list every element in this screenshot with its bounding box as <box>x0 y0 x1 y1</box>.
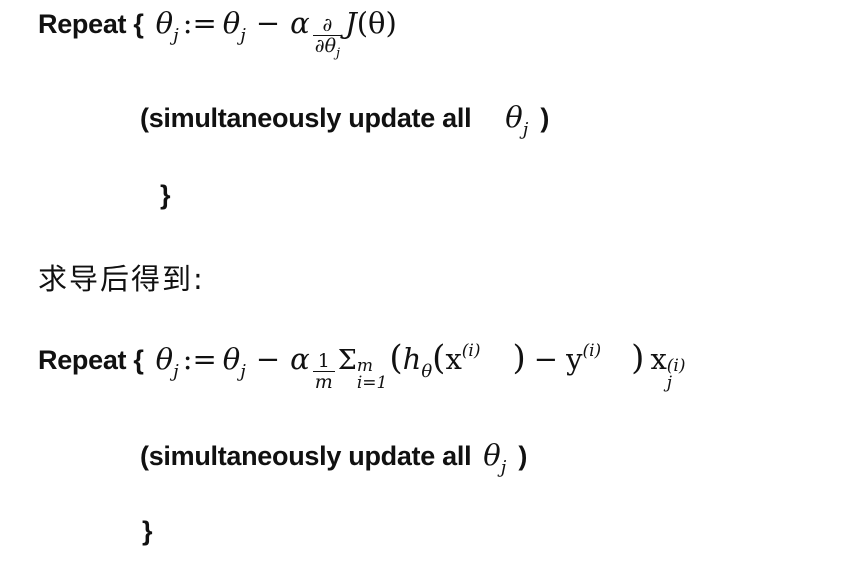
update-note-text-2: (simultaneously update all <box>140 441 472 471</box>
minus-operator: − <box>533 342 559 376</box>
subscript-theta: θ <box>421 361 433 382</box>
theta-symbol: θ <box>155 342 174 376</box>
assign-operator: := <box>182 6 217 40</box>
summation-limits: m i=1 <box>357 358 388 392</box>
alpha-symbol: α <box>290 6 310 40</box>
assign-operator: := <box>182 342 217 376</box>
minus-operator: − <box>255 6 281 40</box>
theta-symbol: θ <box>155 6 174 40</box>
formula-line-1: Repeat { θ j := θ j − α ∂ ∂θj J (θ) <box>38 6 397 66</box>
right-paren: ) <box>512 338 526 378</box>
partial-denominator: ∂θj <box>312 35 343 61</box>
update-note-line-2: (simultaneously update all θ j ) <box>140 438 528 478</box>
update-note-line-1: (simultaneously update all θ j ) <box>140 100 550 140</box>
closing-brace-line-1: } <box>160 180 171 211</box>
target-y: y <box>566 342 583 376</box>
partial-symbol: ∂ <box>314 35 325 57</box>
update-note-close-2: ) <box>518 441 528 471</box>
update-note-close-1: ) <box>540 103 550 133</box>
summation-symbol: Σ <box>337 345 357 376</box>
subscript-j: j <box>500 457 507 478</box>
summation-lower: i=1 <box>356 373 388 393</box>
formula-line-2: Repeat { θ j := θ j − α 1 m Σ m i=1 ( h … <box>38 338 686 400</box>
minus-operator: − <box>255 342 281 376</box>
repeat-label-1: Repeat { <box>38 9 144 39</box>
update-note-text-1: (simultaneously update all <box>140 103 472 133</box>
one-over-m-fraction: 1 m <box>312 350 335 393</box>
closing-brace-line-2: } <box>142 516 153 547</box>
subscript-j: j <box>522 119 529 140</box>
fraction-numerator: 1 <box>317 350 330 372</box>
superscript-i: (i) <box>582 341 602 361</box>
feature-x: x <box>445 342 462 376</box>
left-paren: ( <box>432 338 446 378</box>
theta-symbol: θ <box>324 35 337 57</box>
fraction-denominator: m <box>312 371 335 393</box>
theta-symbol: θ <box>505 100 523 134</box>
partial-derivative-fraction: ∂ ∂θj <box>312 14 343 61</box>
superscript-i: (i) <box>461 341 481 361</box>
subscript-j: j <box>240 361 246 382</box>
subscript-j: j <box>173 25 179 46</box>
x-sup-sub: (i) j <box>667 358 686 392</box>
subscript-j: j <box>666 373 673 393</box>
partial-numerator: ∂ <box>322 14 333 36</box>
derivation-result-label: 求导后得到: <box>38 262 205 296</box>
subscript-j: j <box>173 361 179 382</box>
subscript-j: j <box>336 46 341 61</box>
repeat-label-2: Repeat { <box>38 345 144 375</box>
theta-symbol: θ <box>222 342 241 376</box>
chinese-text-line: 求导后得到: <box>38 256 205 298</box>
alpha-symbol: α <box>290 342 310 376</box>
cost-function-argument: (θ) <box>356 6 397 40</box>
subscript-j: j <box>240 25 246 46</box>
theta-symbol: θ <box>483 438 501 472</box>
theta-symbol: θ <box>222 6 241 40</box>
feature-x-j: x <box>650 342 667 376</box>
hypothesis-h: h <box>402 342 422 376</box>
closing-brace-1: } <box>160 180 171 210</box>
left-paren: ( <box>389 338 403 378</box>
right-paren: ) <box>631 338 645 378</box>
cost-function-J: J <box>345 6 357 40</box>
closing-brace-2: } <box>142 516 153 546</box>
